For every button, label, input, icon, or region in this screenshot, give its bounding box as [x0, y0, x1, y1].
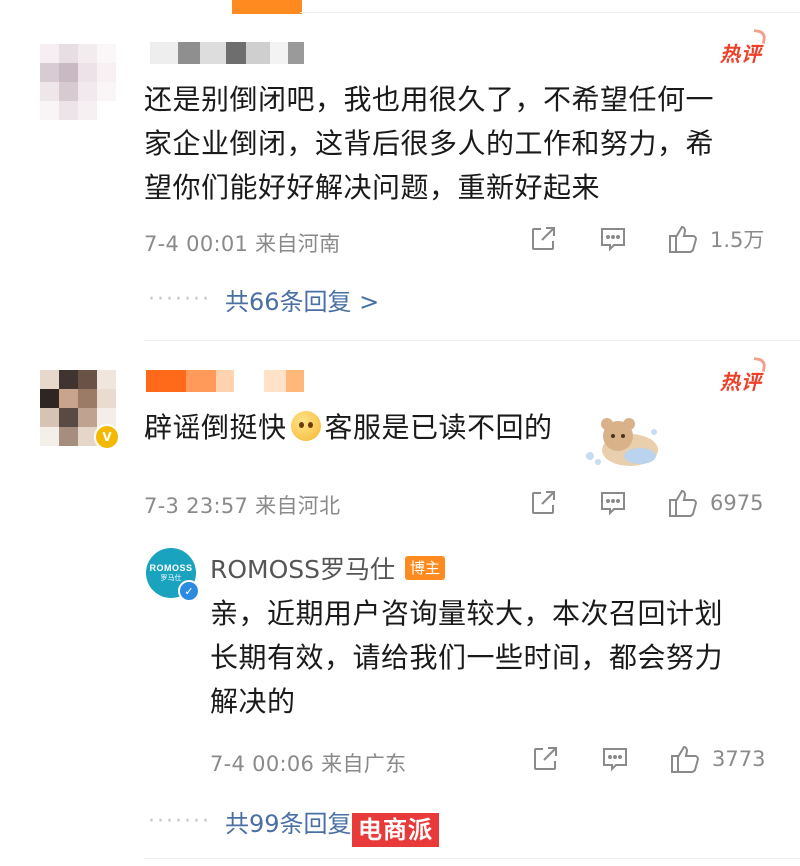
comment-button[interactable]: [598, 224, 628, 254]
like-icon: [671, 745, 700, 773]
comment-divider: [144, 340, 800, 341]
comment-meta: 7-3 23:57 来自河北: [144, 494, 341, 518]
comment-text: 辟谣倒挺快 客服是已读不回的: [144, 411, 553, 444]
comment-icon: [601, 492, 625, 516]
watermark: 电商派: [352, 813, 439, 847]
comment-divider: [144, 858, 800, 859]
like-button[interactable]: 3773: [668, 742, 765, 776]
reply-header: ROMOSS罗马仕 博主: [210, 550, 446, 586]
comment-button[interactable]: [600, 744, 630, 774]
comment-button[interactable]: [598, 488, 628, 518]
like-count: 1.5万: [710, 228, 765, 252]
reply-author-name[interactable]: ROMOSS罗马仕: [210, 550, 395, 586]
share-icon: [532, 491, 555, 514]
replies-link-text[interactable]: 共66条回复 >: [225, 282, 379, 317]
like-icon: [669, 225, 698, 253]
like-count: 3773: [712, 747, 766, 771]
verified-icon: V: [94, 424, 120, 450]
like-button[interactable]: 6975: [666, 486, 763, 520]
username-blurred[interactable]: [150, 40, 304, 66]
comment-icon: [603, 748, 627, 772]
share-icon: [534, 747, 557, 770]
like-count: 6975: [710, 491, 764, 515]
top-divider: [300, 12, 800, 13]
share-icon: [532, 227, 555, 250]
view-replies-link[interactable]: ······· 共99条回复 >: [148, 804, 379, 839]
comment-text: 还是别倒闭吧，我也用很久了，不希望任何一 家企业倒闭，这背后很多人的工作和努力，…: [144, 83, 715, 204]
dots-decoration: ·······: [148, 809, 211, 834]
comment-icon: [601, 228, 625, 252]
share-button[interactable]: [530, 744, 560, 774]
avatar[interactable]: [40, 44, 116, 120]
share-button[interactable]: [528, 224, 558, 254]
dots-decoration: ·······: [148, 287, 211, 312]
comment-meta: 7-4 00:01 来自河南: [144, 232, 341, 256]
like-icon: [669, 489, 698, 517]
view-replies-link[interactable]: ······· 共66条回复 >: [148, 282, 379, 317]
reply-text: 亲，近期用户咨询量较大，本次召回计划 长期有效，请给我们一些时间，都会努力 解决…: [210, 597, 724, 718]
like-button[interactable]: 1.5万: [666, 222, 764, 256]
reply-meta: 7-4 00:06 来自广东: [210, 752, 407, 776]
username-blurred[interactable]: [146, 368, 304, 394]
hot-comment-badge: 热评: [720, 366, 762, 395]
owner-tag: 博主: [405, 556, 446, 580]
top-accent-bar: [232, 0, 302, 14]
verified-icon: ✓: [178, 580, 200, 602]
thinking-emoji-icon: [290, 411, 321, 441]
share-button[interactable]: [528, 488, 558, 518]
bear-sticker-icon: [586, 418, 658, 466]
hot-comment-badge: 热评: [720, 38, 762, 67]
